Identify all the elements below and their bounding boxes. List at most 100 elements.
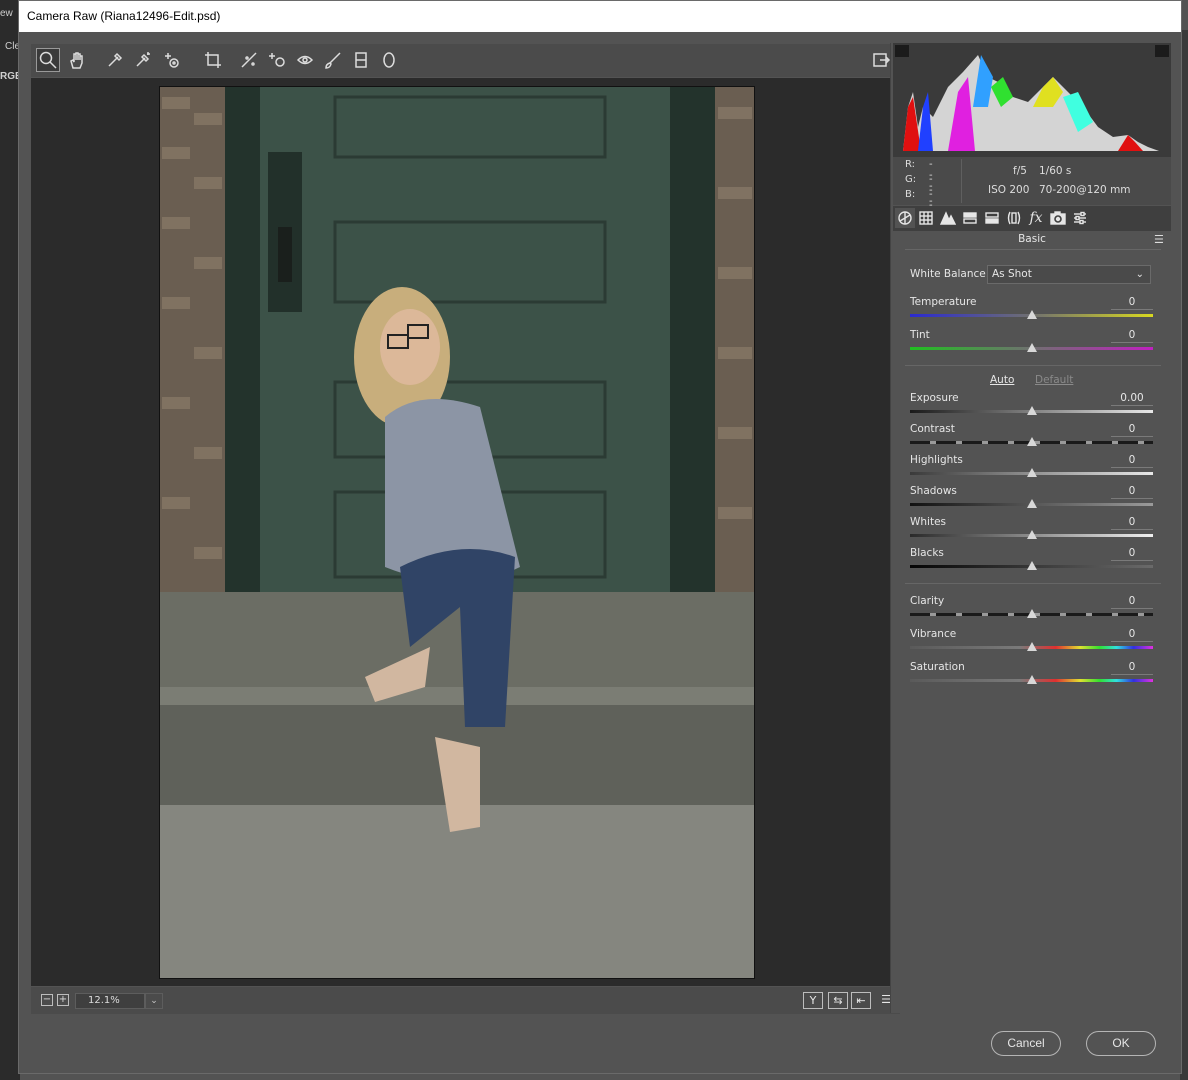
- tab-detail[interactable]: [938, 208, 958, 228]
- camera-info: R:--- G:--- B:--- f/5 1/60 s ISO 200 70-…: [893, 157, 1171, 222]
- zoom-level-field[interactable]: 12.1%: [75, 993, 145, 1009]
- lens-value: 70-200@120 mm: [1039, 184, 1131, 196]
- slider-contrast[interactable]: Contrast 0: [910, 423, 1153, 453]
- white-balance-dropdown[interactable]: As Shot ⌄: [987, 265, 1151, 284]
- color-sampler-tool-button[interactable]: [131, 48, 155, 72]
- radial-filter-icon: [383, 52, 395, 68]
- red-eye-tool-button[interactable]: [293, 48, 317, 72]
- default-link[interactable]: Default: [1035, 374, 1073, 386]
- slider-whites[interactable]: Whites 0: [910, 516, 1153, 546]
- tone-curve-icon: [919, 211, 933, 225]
- tab-tone-curve[interactable]: [916, 208, 936, 228]
- slider-value[interactable]: 0: [1111, 329, 1153, 343]
- eyedropper-icon: [108, 52, 123, 67]
- brush-icon: [325, 52, 341, 69]
- slider-value[interactable]: 0: [1111, 296, 1153, 310]
- white-balance-tool-button[interactable]: [103, 48, 127, 72]
- slider-value[interactable]: 0: [1111, 485, 1153, 499]
- slider-shadows[interactable]: Shadows 0: [910, 485, 1153, 515]
- slider-saturation[interactable]: Saturation 0: [910, 661, 1153, 691]
- slider-label: Exposure: [910, 392, 959, 404]
- toolbar: [31, 44, 900, 77]
- slider-thumb[interactable]: [1026, 468, 1037, 477]
- targeted-adjustment-tool-button[interactable]: [159, 48, 183, 72]
- copy-settings-button[interactable]: ⇤: [851, 992, 871, 1009]
- slider-thumb[interactable]: [1026, 406, 1037, 415]
- slider-value[interactable]: 0: [1111, 628, 1153, 642]
- slider-label: Blacks: [910, 547, 944, 559]
- adjustment-brush-button[interactable]: [321, 48, 345, 72]
- auto-link[interactable]: Auto: [990, 374, 1014, 386]
- slider-label: Whites: [910, 516, 947, 528]
- slider-label: Tint: [910, 329, 930, 341]
- ok-button[interactable]: OK: [1086, 1031, 1156, 1056]
- slider-tint[interactable]: Tint 0: [910, 329, 1153, 359]
- slider-value[interactable]: 0: [1111, 547, 1153, 561]
- slider-thumb[interactable]: [1026, 437, 1037, 446]
- slider-exposure[interactable]: Exposure 0.00: [910, 392, 1153, 422]
- slider-thumb[interactable]: [1026, 310, 1037, 319]
- slider-thumb[interactable]: [1026, 530, 1037, 539]
- slider-value[interactable]: 0: [1111, 595, 1153, 609]
- tab-split-toning[interactable]: [982, 208, 1002, 228]
- tab-lens[interactable]: [1004, 208, 1024, 228]
- image-preview-area[interactable]: [31, 78, 900, 986]
- r-label: R:: [905, 159, 916, 170]
- before-after-view-button[interactable]: Y: [803, 992, 823, 1009]
- swap-settings-button[interactable]: ⇆: [828, 992, 848, 1009]
- slider-thumb[interactable]: [1026, 675, 1037, 684]
- slider-value[interactable]: 0: [1111, 454, 1153, 468]
- slider-label: Temperature: [910, 296, 977, 308]
- tab-basic[interactable]: [895, 208, 915, 228]
- panel-title: Basic: [1018, 233, 1046, 245]
- slider-highlights[interactable]: Highlights 0: [910, 454, 1153, 484]
- zoom-out-button[interactable]: −: [41, 994, 53, 1006]
- tab-hsl[interactable]: [960, 208, 980, 228]
- slider-thumb[interactable]: [1026, 561, 1037, 570]
- zoom-dropdown-chevron-icon[interactable]: ⌄: [145, 993, 163, 1009]
- slider-value[interactable]: 0: [1111, 661, 1153, 675]
- zoom-tool-button[interactable]: [36, 48, 60, 72]
- tab-camera-calibration[interactable]: [1048, 208, 1068, 228]
- slider-label: Vibrance: [910, 628, 957, 640]
- slider-thumb[interactable]: [1026, 343, 1037, 352]
- white-balance-value: As Shot: [992, 268, 1032, 280]
- straighten-tool-button[interactable]: [237, 48, 261, 72]
- slider-label: Shadows: [910, 485, 957, 497]
- slider-label: Clarity: [910, 595, 945, 607]
- crop-tool-button[interactable]: [201, 48, 225, 72]
- slider-thumb[interactable]: [1026, 642, 1037, 651]
- hand-tool-button[interactable]: [65, 48, 89, 72]
- panel-menu-icon[interactable]: ☰: [1154, 233, 1164, 246]
- histogram: [893, 43, 1171, 157]
- tab-presets[interactable]: [1070, 208, 1090, 228]
- divider: [905, 249, 1161, 250]
- slider-value[interactable]: 0.00: [1111, 392, 1153, 406]
- slider-clarity[interactable]: Clarity 0: [910, 595, 1153, 625]
- straighten-icon: [241, 52, 257, 68]
- slider-blacks[interactable]: Blacks 0: [910, 547, 1153, 577]
- graduated-filter-button[interactable]: [349, 48, 373, 72]
- photo-preview: [159, 86, 755, 979]
- slider-thumb[interactable]: [1026, 609, 1037, 618]
- histogram-graph: [903, 55, 1159, 151]
- slider-thumb[interactable]: [1026, 499, 1037, 508]
- cancel-button[interactable]: Cancel: [991, 1031, 1061, 1056]
- slider-value[interactable]: 0: [1111, 516, 1153, 530]
- iso-value: ISO 200: [988, 184, 1030, 196]
- window-title: Camera Raw (Riana12496-Edit.psd): [19, 1, 1181, 32]
- radial-filter-button[interactable]: [377, 48, 401, 72]
- slider-value[interactable]: 0: [1111, 423, 1153, 437]
- tab-effects-fx-icon[interactable]: fx: [1026, 208, 1046, 228]
- status-bar: − + 12.1% ⌄ Y ⇆ ⇤ ☰: [31, 987, 900, 1014]
- zoom-in-button[interactable]: +: [57, 994, 69, 1006]
- panel-tabs: fx: [893, 206, 1171, 231]
- spot-removal-tool-button[interactable]: [265, 48, 289, 72]
- divider: [905, 583, 1161, 584]
- chevron-down-icon: ⌄: [1135, 269, 1144, 280]
- hand-icon: [70, 52, 83, 69]
- aperture-value: f/5: [1013, 165, 1027, 177]
- slider-vibrance[interactable]: Vibrance 0: [910, 628, 1153, 658]
- slider-temperature[interactable]: Temperature 0: [910, 296, 1153, 326]
- split-toning-icon: [985, 212, 999, 224]
